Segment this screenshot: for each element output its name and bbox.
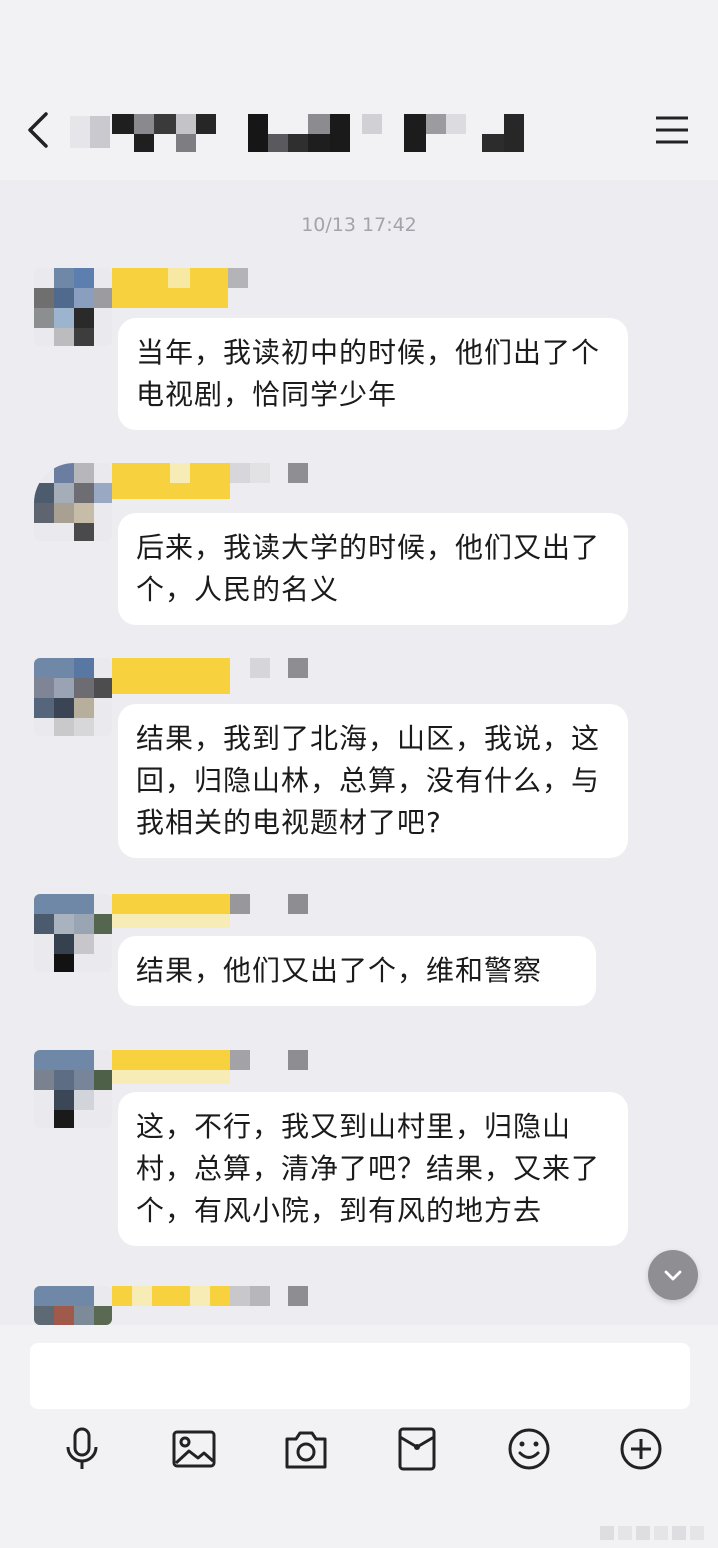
avatar[interactable] [34, 658, 112, 736]
emoji-icon[interactable] [505, 1425, 553, 1473]
microphone-icon[interactable] [58, 1425, 106, 1473]
message-bubble[interactable]: 这，不行，我又到山村里，归隐山村，总算，清净了吧？结果，又来了个，有风小院，到有… [118, 1092, 628, 1246]
sender-name-redacted [112, 1050, 332, 1090]
message-timestamp: 10/13 17:42 [301, 214, 417, 236]
avatar[interactable] [34, 1050, 112, 1128]
sender-name-redacted [112, 463, 332, 503]
sender-name-redacted [112, 268, 332, 308]
sender-name-redacted [112, 894, 332, 934]
avatar[interactable] [34, 268, 112, 346]
red-packet-icon[interactable] [393, 1425, 441, 1473]
message-bubble[interactable]: 当年，我读初中的时候，他们出了个电视剧，恰同学少年 [118, 318, 628, 430]
image-icon[interactable] [170, 1425, 218, 1473]
hamburger-menu-icon[interactable] [652, 112, 692, 148]
chat-title-redacted [70, 112, 540, 152]
plus-icon[interactable] [617, 1425, 665, 1473]
message-input[interactable] [30, 1343, 690, 1409]
watermark-redacted [600, 1524, 710, 1542]
chat-header [0, 80, 718, 180]
chevron-down-icon [664, 1270, 682, 1281]
status-bar [0, 0, 718, 80]
avatar[interactable] [34, 1286, 112, 1325]
sender-name-redacted [112, 658, 332, 698]
composer-toolbar [0, 1425, 718, 1485]
avatar[interactable] [34, 463, 112, 541]
message-bubble[interactable]: 后来，我读大学的时候，他们又出了个，人民的名义 [118, 513, 628, 625]
message-bubble[interactable]: 结果，他们又出了个，维和警察 [118, 936, 596, 1006]
chevron-left-icon[interactable] [22, 110, 56, 150]
message-bubble[interactable]: 结果，我到了北海，山区，我说，这回，归隐山林，总算，没有什么，与 我相关的电视题… [118, 704, 628, 858]
scroll-to-bottom-button[interactable] [648, 1250, 698, 1300]
avatar[interactable] [34, 894, 112, 972]
message-composer [0, 1325, 718, 1548]
camera-icon[interactable] [282, 1425, 330, 1473]
sender-name-redacted [112, 1286, 332, 1326]
